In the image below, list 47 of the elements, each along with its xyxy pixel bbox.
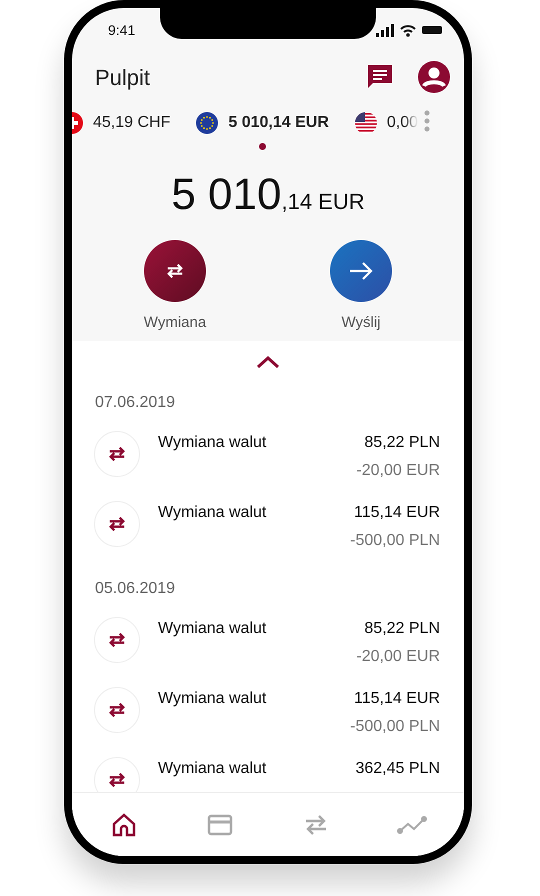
line-chart-icon bbox=[397, 814, 427, 834]
transaction-icon bbox=[94, 501, 140, 547]
card-icon bbox=[207, 814, 233, 836]
transaction-row[interactable]: Wymiana walut 85,22 PLN -20,00 EUR bbox=[72, 613, 464, 683]
transaction-amount: 115,14 EUR bbox=[354, 503, 440, 523]
currency-tab[interactable]: 0,00 bbox=[354, 111, 418, 150]
balance-whole: 5 010 bbox=[171, 169, 282, 221]
page-title: Pulpit bbox=[95, 64, 152, 92]
swap-arrows-icon bbox=[303, 814, 329, 836]
date-header: 07.06.2019 bbox=[94, 393, 176, 413]
transaction-icon bbox=[94, 431, 140, 477]
eu-flag-icon bbox=[196, 112, 218, 134]
home-icon bbox=[111, 812, 137, 838]
transaction-title: Wymiana walut bbox=[158, 503, 268, 523]
transaction-icon bbox=[94, 617, 140, 663]
transaction-row[interactable]: Wymiana walut 115,14 EUR -500,00 PLN bbox=[72, 497, 464, 567]
transaction-icon bbox=[94, 687, 140, 733]
swap-arrows-icon bbox=[164, 262, 186, 280]
chevron-up-icon[interactable] bbox=[256, 355, 280, 369]
transaction-debit: -500,00 PLN bbox=[350, 717, 440, 737]
transaction-amount: 85,22 PLN bbox=[364, 619, 440, 639]
transaction-amount: 362,45 PLN bbox=[355, 759, 440, 779]
transaction-title: Wymiana walut bbox=[158, 433, 268, 453]
wifi-icon bbox=[400, 24, 416, 36]
us-flag-icon bbox=[354, 112, 377, 134]
profile-icon[interactable] bbox=[418, 61, 450, 93]
transaction-row[interactable]: Wymiana walut 85,22 PLN -20,00 EUR bbox=[72, 427, 464, 497]
transaction-amount: 115,14 EUR bbox=[354, 689, 440, 709]
action-label: Wymiana bbox=[144, 313, 206, 333]
transaction-title: Wymiana walut bbox=[158, 689, 268, 709]
transaction-title: Wymiana walut bbox=[158, 619, 268, 639]
transaction-debit: -500,00 PLN bbox=[350, 531, 440, 551]
currency-tab[interactable]: 5 010,14 EUR bbox=[196, 111, 329, 150]
transaction-title: Wymiana walut bbox=[158, 759, 268, 779]
date-header: 05.06.2019 bbox=[94, 579, 176, 599]
signal-icon bbox=[376, 24, 394, 36]
transaction-debit: -20,00 EUR bbox=[356, 461, 440, 481]
transaction-row[interactable]: Wymiana walut 115,14 EUR -500,00 PLN bbox=[72, 683, 464, 753]
action-label: Wyślij bbox=[341, 313, 381, 333]
currency-tab[interactable]: 45,19 CHF bbox=[72, 111, 170, 150]
arrow-right-icon bbox=[348, 261, 374, 281]
balance-fraction: ,14 EUR bbox=[281, 188, 365, 216]
status-time: 9:41 bbox=[108, 20, 136, 40]
battery-icon bbox=[422, 26, 442, 34]
transaction-debit: -20,00 EUR bbox=[356, 647, 440, 667]
transaction-amount: 85,22 PLN bbox=[364, 433, 440, 453]
messages-icon[interactable] bbox=[366, 63, 394, 91]
